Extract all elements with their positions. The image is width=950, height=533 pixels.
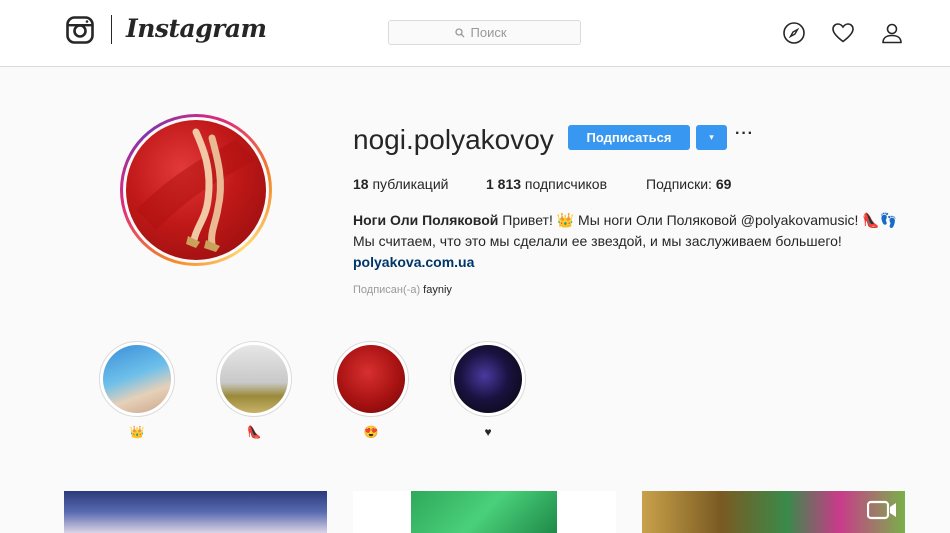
followed-by-user-link[interactable]: fayniy (423, 284, 452, 296)
post-thumbnail[interactable] (642, 491, 905, 533)
avatar-image (126, 120, 266, 260)
highlight-item[interactable]: 👠 (216, 341, 292, 439)
full-name: Ноги Оли Поляковой (353, 212, 499, 228)
post-thumbnail[interactable] (353, 491, 616, 533)
profile-bio: Ноги Оли Поляковой Привет! 👑 Мы ноги Оли… (353, 210, 913, 273)
profile-username: nogi.polyakovoy (353, 124, 554, 155)
highlight-label: 😍 (363, 425, 379, 439)
instagram-glyph-icon[interactable] (66, 16, 94, 44)
heart-icon[interactable] (831, 21, 855, 45)
highlight-cover (103, 345, 171, 413)
website-link[interactable]: polyakova.com.ua (353, 252, 913, 273)
highlight-cover (337, 345, 405, 413)
profile-avatar[interactable] (120, 114, 272, 266)
posts-count: 18 публикаций (353, 176, 449, 192)
highlight-item[interactable]: 😍 (333, 341, 409, 439)
search-icon (454, 27, 464, 37)
highlight-label: ♥ (484, 425, 492, 439)
video-icon (578, 500, 607, 520)
video-icon (867, 500, 896, 520)
highlight-cover (220, 345, 288, 413)
search-box[interactable] (388, 20, 581, 45)
highlight-item[interactable]: ♥ (450, 341, 526, 439)
post-thumbnail[interactable] (64, 491, 327, 533)
profile-icon[interactable] (880, 21, 904, 45)
highlight-cover (454, 345, 522, 413)
following-link[interactable]: Подписки: 69 (646, 176, 731, 192)
nav-divider (111, 15, 112, 44)
follow-button[interactable]: Подписаться (568, 125, 690, 150)
bio-line-2: Мы считаем, что это мы сделали ее звездо… (353, 233, 842, 249)
search-input[interactable] (470, 25, 515, 40)
compass-icon[interactable] (782, 21, 806, 45)
highlight-label: 👑 (129, 425, 145, 439)
highlight-item[interactable]: 👑 (99, 341, 175, 439)
highlight-label: 👠 (246, 425, 262, 439)
followed-by: Подписан(-а) fayniy (353, 284, 452, 296)
followers-link[interactable]: 1 813 подписчиков (486, 176, 607, 192)
bio-line-1: Привет! 👑 Мы ноги Оли Поляковой @polyako… (498, 212, 898, 228)
more-options-icon[interactable]: ··· (735, 124, 753, 144)
suggestions-dropdown-button[interactable]: ▾ (696, 125, 727, 150)
top-nav: Instagram (0, 0, 950, 67)
instagram-wordmark[interactable]: Instagram (126, 14, 267, 43)
